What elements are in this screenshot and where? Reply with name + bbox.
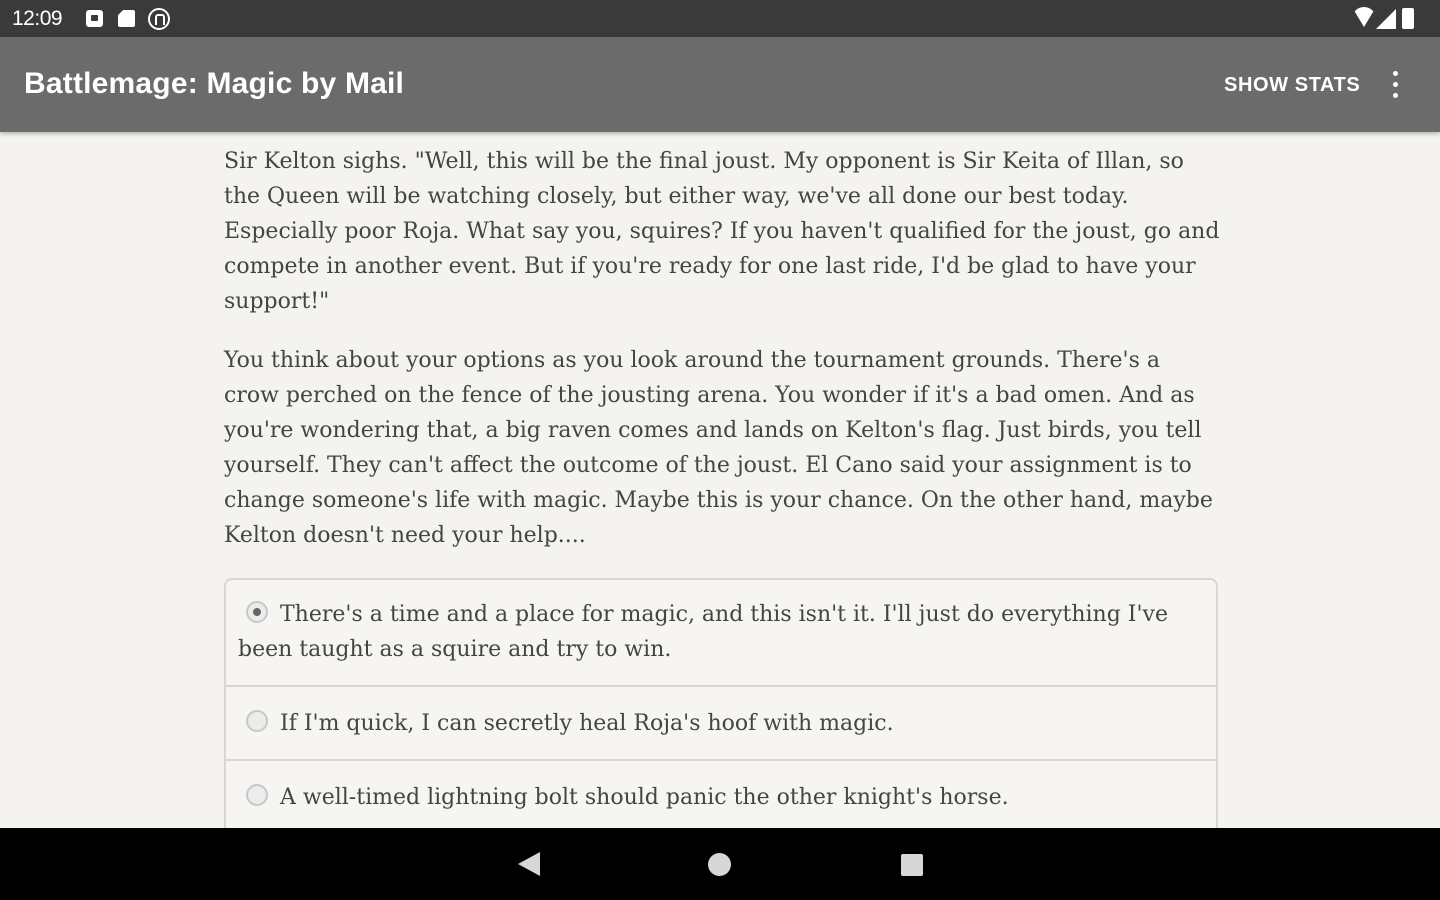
battery-icon	[1402, 8, 1414, 29]
story-paragraph: You think about your options as you look…	[224, 348, 1213, 548]
radio-selected-icon[interactable]	[246, 601, 268, 623]
choice-option[interactable]: If I'm quick, I can secretly heal Roja's…	[226, 685, 1216, 759]
choice-label: If I'm quick, I can secretly heal Roja's…	[280, 711, 894, 736]
radio-unselected-icon[interactable]	[246, 710, 268, 732]
status-bar: 12:09	[0, 0, 1440, 37]
overflow-menu-icon[interactable]	[1380, 67, 1410, 103]
choice-option[interactable]: A well-timed lightning bolt should panic…	[226, 759, 1216, 828]
choice-list: There's a time and a place for magic, an…	[224, 578, 1218, 828]
choice-label: A well-timed lightning bolt should panic…	[280, 785, 1009, 810]
sd-card-icon	[118, 10, 135, 27]
story-text: Sir Kelton sighs. "Well, this will be th…	[224, 144, 1220, 577]
navigation-bar	[0, 828, 1440, 900]
choice-option[interactable]: There's a time and a place for magic, an…	[226, 580, 1216, 685]
recents-icon[interactable]	[901, 854, 923, 876]
home-icon[interactable]	[708, 853, 731, 876]
app-bar: Battlemage: Magic by Mail SHOW STATS	[0, 37, 1440, 132]
status-time: 12:09	[12, 7, 63, 30]
signal-icon	[1376, 9, 1396, 29]
status-indicators	[1350, 6, 1430, 32]
content-scroll-area[interactable]: Sir Kelton sighs. "Well, this will be th…	[0, 132, 1440, 828]
choice-label: There's a time and a place for magic, an…	[238, 602, 1168, 662]
app-title: Battlemage: Magic by Mail	[24, 67, 405, 100]
sync-icon	[148, 8, 170, 30]
story-paragraph: Sir Kelton sighs. "Well, this will be th…	[224, 149, 1220, 314]
show-stats-button[interactable]: SHOW STATS	[1224, 74, 1360, 97]
back-icon[interactable]	[518, 852, 540, 876]
radio-unselected-icon[interactable]	[246, 784, 268, 806]
wifi-icon	[1352, 7, 1376, 27]
notification-icon	[86, 10, 103, 27]
